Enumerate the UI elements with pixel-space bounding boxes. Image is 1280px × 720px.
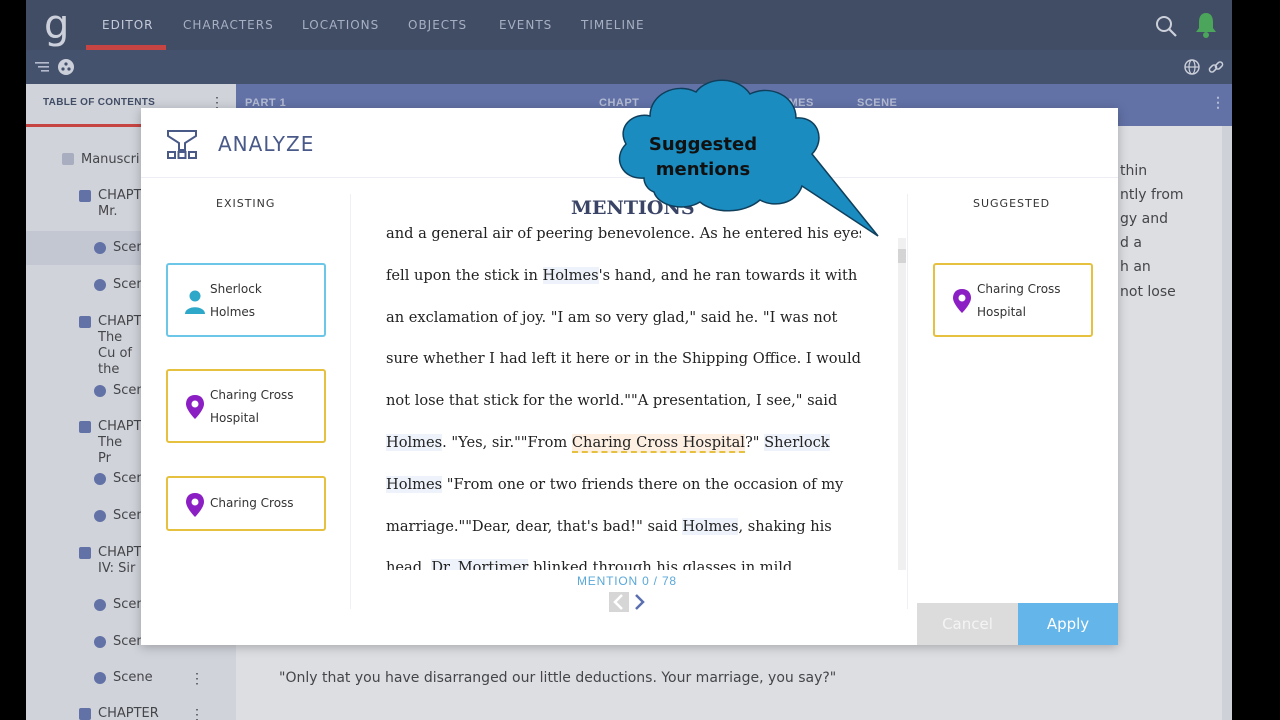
card-name-line: Sherlock bbox=[210, 282, 262, 296]
suggested-mention-highlight[interactable]: Charing Cross Hospital bbox=[571, 433, 745, 453]
analyze-icon bbox=[167, 130, 197, 159]
mentions-scrollbar[interactable] bbox=[898, 238, 906, 570]
modal-title: ANALYZE bbox=[218, 132, 315, 156]
card-name-line: Hospital bbox=[210, 411, 259, 425]
mention-text-line: an exclamation of joy. "I am so very gla… bbox=[386, 308, 838, 326]
column-divider bbox=[350, 194, 351, 609]
mention-highlight[interactable]: Holmes bbox=[542, 266, 599, 284]
existing-column-label: EXISTING bbox=[216, 197, 276, 210]
callout-line: mentions bbox=[655, 159, 751, 180]
mention-highlight[interactable]: Holmes bbox=[386, 475, 443, 493]
mention-text-line: sure whether I had left it here or in th… bbox=[386, 350, 861, 368]
mentions-text-panel[interactable]: and a general air of peering benevolence… bbox=[386, 225, 861, 570]
next-mention-button[interactable] bbox=[631, 592, 649, 612]
existing-card-charing-cross-hospital[interactable]: Charing Cross Hospital bbox=[166, 369, 326, 443]
location-pin-icon bbox=[953, 289, 971, 313]
mention-text: fell upon the stick in bbox=[386, 266, 543, 284]
mention-text: head. bbox=[386, 559, 432, 570]
previous-mention-button[interactable] bbox=[609, 592, 629, 612]
mention-highlight[interactable]: Sherlock bbox=[764, 433, 830, 451]
card-name-line: Hospital bbox=[977, 305, 1026, 319]
mention-text: ?" bbox=[744, 433, 765, 451]
mention-text: 's hand, and he ran towards it with bbox=[598, 266, 858, 284]
existing-card-charing-cross[interactable]: Charing Cross bbox=[166, 476, 326, 531]
mention-counter: MENTION 0 / 78 bbox=[577, 574, 677, 588]
mention-highlight[interactable]: Dr. Mortimer bbox=[431, 559, 529, 570]
mentions-scrollbar-thumb[interactable] bbox=[898, 249, 906, 263]
character-icon bbox=[185, 290, 205, 314]
mention-text: , shaking his bbox=[738, 517, 832, 535]
column-divider bbox=[907, 194, 908, 609]
mentions-text: and a general air of peering benevolence… bbox=[386, 225, 861, 570]
mention-text-line: not lose that stick for the world.""A pr… bbox=[386, 392, 838, 410]
location-pin-icon bbox=[186, 395, 204, 419]
card-name-line: Holmes bbox=[210, 305, 256, 319]
mention-text: marriage.""Dear, dear, that's bad!" said bbox=[386, 517, 683, 535]
suggested-column-label: SUGGESTED bbox=[973, 197, 1051, 210]
card-name-line: Charing Cross bbox=[210, 388, 294, 402]
mention-highlight[interactable]: Holmes bbox=[386, 433, 443, 451]
mention-highlight[interactable]: Holmes bbox=[682, 517, 739, 535]
card-name-line: Charing Cross bbox=[977, 282, 1061, 296]
mention-text: . "Yes, sir.""From bbox=[442, 433, 572, 451]
callout-text: Suggested mentions bbox=[640, 132, 766, 182]
suggested-card-charing-cross-hospital[interactable]: Charing Cross Hospital bbox=[933, 263, 1093, 337]
card-name-line: Charing Cross bbox=[210, 496, 294, 510]
mention-text: blinked through his glasses in mild bbox=[528, 559, 793, 570]
apply-button[interactable]: Apply bbox=[1018, 603, 1118, 645]
mention-text: "From one or two friends there on the oc… bbox=[442, 475, 844, 493]
existing-card-sherlock-holmes[interactable]: Sherlock Holmes bbox=[166, 263, 326, 337]
location-pin-icon bbox=[186, 493, 204, 517]
cancel-button[interactable]: Cancel bbox=[917, 603, 1018, 645]
callout-line: Suggested bbox=[648, 134, 758, 155]
